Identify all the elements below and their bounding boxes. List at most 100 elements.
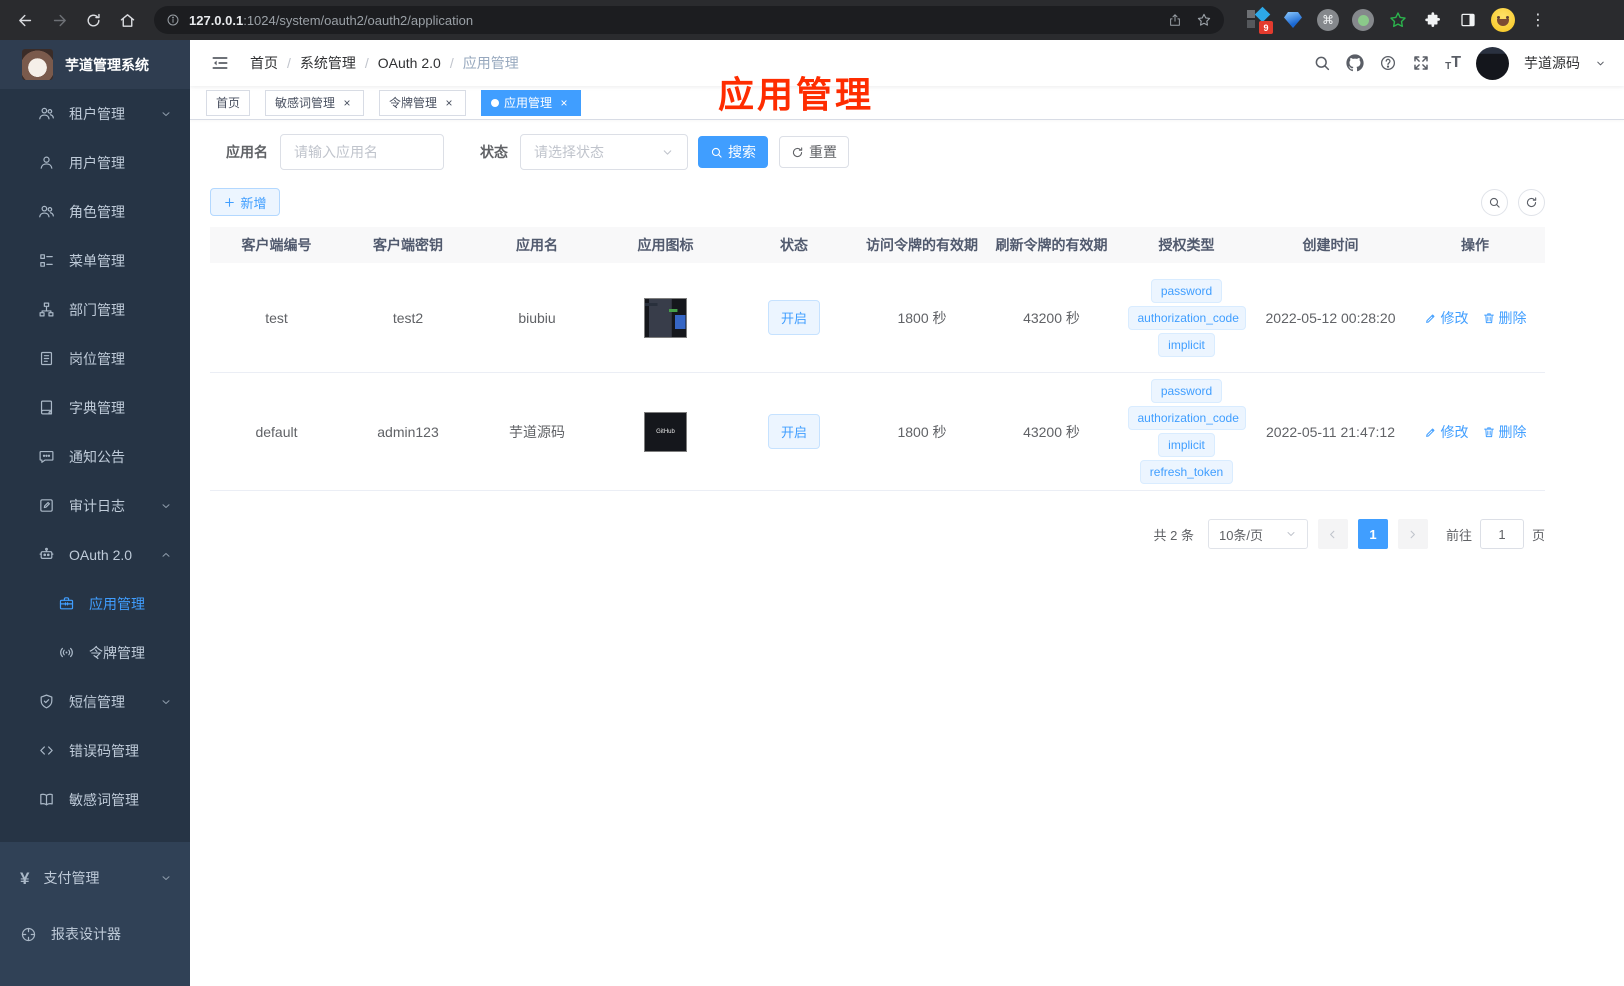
sidebar-item-0[interactable]: 租户管理 <box>0 89 190 138</box>
org-icon <box>38 301 55 318</box>
sidebar-item-1[interactable]: 用户管理 <box>0 138 190 187</box>
page-size-select[interactable]: 10条/页 <box>1207 519 1308 549</box>
report-icon <box>20 926 37 943</box>
url-host: 127.0.0.1 <box>189 12 244 28</box>
search-button[interactable]: 搜索 <box>698 136 768 168</box>
delete-button[interactable]: 删除 <box>1482 308 1527 328</box>
extension-command-icon[interactable]: ⌘ <box>1316 8 1340 32</box>
sidebar-item-10[interactable]: 应用管理 <box>0 579 190 628</box>
chevron-down-icon[interactable] <box>1595 58 1606 69</box>
extension-star-icon[interactable] <box>1386 8 1410 32</box>
sidebar-item-3[interactable]: 菜单管理 <box>0 236 190 285</box>
column-header-2: 应用名 <box>516 237 558 253</box>
site-info-icon[interactable] <box>166 13 180 27</box>
tab-1[interactable]: 敏感词管理 × <box>265 89 365 116</box>
sidebar-item-8[interactable]: 审计日志 <box>0 481 190 530</box>
breadcrumb-item-0[interactable]: 首页 <box>250 53 278 73</box>
sidebar-item-label: 角色管理 <box>69 203 125 220</box>
browser-forward-icon[interactable] <box>44 5 74 35</box>
share-icon[interactable] <box>1168 13 1182 27</box>
extension-recorder-icon[interactable] <box>1351 8 1375 32</box>
prev-page-button[interactable] <box>1317 519 1348 549</box>
user-avatar[interactable] <box>1476 46 1509 80</box>
sidebar-item-5[interactable]: 岗位管理 <box>0 334 190 383</box>
breadcrumb-item-2[interactable]: OAuth 2.0 <box>378 55 441 71</box>
sidebar-item-13[interactable]: 错误码管理 <box>0 726 190 775</box>
close-tab-icon[interactable]: × <box>557 96 571 110</box>
split-view-icon[interactable] <box>1456 8 1480 32</box>
sidebar-item-7[interactable]: 通知公告 <box>0 432 190 481</box>
extension-gem-icon[interactable] <box>1281 8 1305 32</box>
column-header-9: 操作 <box>1461 237 1489 253</box>
sidebar-item-11[interactable]: 令牌管理 <box>0 628 190 677</box>
tab-3[interactable]: 应用管理 × <box>481 89 582 116</box>
cell-refresh-validity: 43200 秒 <box>1023 423 1080 440</box>
sidebar-item-6[interactable]: 字典管理 <box>0 383 190 432</box>
close-tab-icon[interactable]: × <box>340 96 354 110</box>
grant-type-tag: implicit <box>1158 433 1215 457</box>
delete-button[interactable]: 删除 <box>1482 422 1527 442</box>
sidebar-item-label: 报表设计器 <box>51 926 121 942</box>
fullscreen-icon[interactable] <box>1412 54 1430 72</box>
status-select[interactable]: 请选择状态 <box>520 134 688 170</box>
grant-type-tag: implicit <box>1158 332 1215 357</box>
sidebar-item-12[interactable]: 短信管理 <box>0 677 190 726</box>
app-name-input[interactable] <box>280 134 444 170</box>
search-icon[interactable] <box>1313 54 1331 72</box>
profile-avatar-emoji[interactable] <box>1491 8 1515 32</box>
sidebar-item-9[interactable]: OAuth 2.0 <box>0 530 190 579</box>
user-name[interactable]: 芋道源码 <box>1524 53 1580 73</box>
sidebar-item-label: 通知公告 <box>69 448 125 465</box>
main-area: 应用管理 首页 / 系统管理 / OAuth 2.0 / 应用管理 TT 芋道源… <box>190 40 1624 986</box>
browser-home-icon[interactable] <box>112 5 142 35</box>
breadcrumb-item-1[interactable]: 系统管理 <box>300 53 356 73</box>
sidebar-item-0[interactable]: ¥ 支付管理 <box>0 850 190 906</box>
pagination-total: 共 2 条 <box>1153 527 1194 543</box>
bookmark-star-icon[interactable] <box>1196 12 1212 28</box>
breadcrumb-separator: / <box>364 55 369 71</box>
chevron-down-icon <box>160 108 172 120</box>
table-header-row: 客户端编号 客户端密钥 应用名 应用图标 状态 访问令牌的有效期 刷新令牌的有效期 授权类型 创… <box>210 227 1545 263</box>
add-button[interactable]: 新增 <box>210 188 280 216</box>
browser-menu-icon[interactable]: ⋮ <box>1526 8 1550 32</box>
refresh-table-icon[interactable] <box>1518 188 1545 216</box>
sidebar-item-label: 应用管理 <box>89 595 145 612</box>
close-tab-icon[interactable]: × <box>442 96 456 110</box>
browser-back-icon[interactable] <box>10 5 40 35</box>
shield-icon <box>38 693 55 710</box>
tab-2[interactable]: 令牌管理 × <box>379 89 467 116</box>
breadcrumb-item-3: 应用管理 <box>462 55 519 71</box>
cell-app-name: 芋道源码 <box>509 423 565 440</box>
extensions-puzzle-icon[interactable] <box>1421 8 1445 32</box>
edit-button[interactable]: 修改 <box>1424 422 1469 442</box>
cell-access-validity: 1800 秒 <box>897 309 947 326</box>
page-number-button[interactable]: 1 <box>1357 519 1388 549</box>
hide-search-icon[interactable] <box>1481 188 1508 216</box>
edit-button[interactable]: 修改 <box>1424 308 1469 328</box>
sidebar-logo[interactable]: 芋道管理系统 <box>0 40 190 89</box>
sidebar-item-2[interactable]: 角色管理 <box>0 187 190 236</box>
sidebar-item-label: 错误码管理 <box>69 742 139 759</box>
tab-0[interactable]: 首页 <box>206 89 251 116</box>
help-icon[interactable] <box>1379 54 1397 72</box>
extension-devtools-icon[interactable]: 9 <box>1246 6 1273 34</box>
browser-reload-icon[interactable] <box>78 5 108 35</box>
reset-button[interactable]: 重置 <box>779 136 849 168</box>
sidebar-item-4[interactable]: 部门管理 <box>0 285 190 334</box>
cell-secret: admin123 <box>377 423 439 440</box>
next-page-button[interactable] <box>1397 519 1428 549</box>
sidebar-item-label: 支付管理 <box>43 870 100 886</box>
address-bar[interactable]: 127.0.0.1:1024/system/oauth2/oauth2/appl… <box>154 6 1224 34</box>
font-size-icon[interactable]: TT <box>1445 54 1461 72</box>
cell-client-id: test <box>265 309 288 326</box>
sidebar-bottom-menu: ¥ 支付管理 报表设计器 <box>0 842 190 986</box>
github-icon[interactable] <box>1346 54 1364 72</box>
sidebar-collapse-icon[interactable] <box>204 53 236 73</box>
sidebar-item-14[interactable]: 敏感词管理 <box>0 775 190 824</box>
goto-page-input[interactable] <box>1479 519 1524 549</box>
cell-create-time: 2022-05-11 21:47:12 <box>1266 423 1395 440</box>
sidebar-item-1[interactable]: 报表设计器 <box>0 906 190 962</box>
plus-icon <box>223 196 236 209</box>
tree-icon <box>38 252 55 269</box>
code-icon <box>38 742 55 759</box>
